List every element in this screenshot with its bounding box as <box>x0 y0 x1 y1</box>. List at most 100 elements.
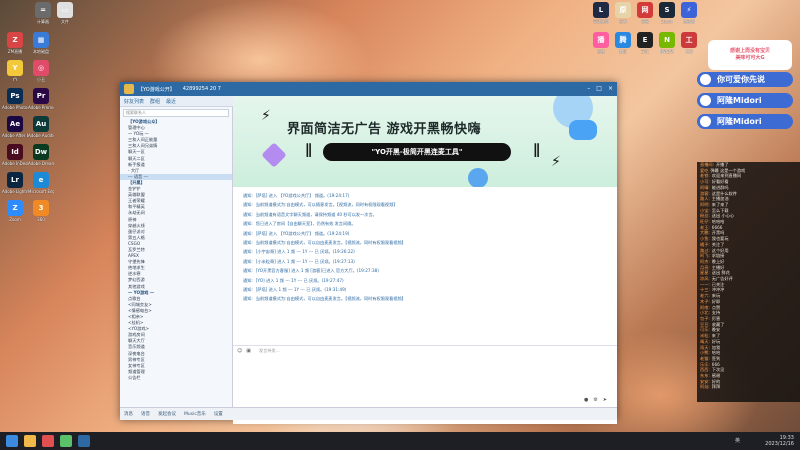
social-label: 阿隆Midori <box>717 96 762 105</box>
footer-settings-button[interactable]: 设置 <box>214 411 223 417</box>
message-row: 通知: 当前频道模式为:自由模式，可以随意发言。【视频流，同时有权限观看视频】 <box>243 202 398 208</box>
footer-voice-button[interactable]: 语音 <box>141 411 150 417</box>
danmaku-user: 老王: <box>700 224 710 230</box>
danmaku-text: 主播加油 <box>711 196 729 202</box>
tab-groups[interactable]: 群组 <box>150 98 160 105</box>
message-text: [小米粒哥] 进入 1 频 --- 1Y --- 已 厌烦。(19:27:13) <box>255 258 355 264</box>
message-text: 当前频道模式为:自由模式，可以随意发言。【视频流，同时有权限观看视频】 <box>255 202 398 208</box>
message-sender: 通知: <box>243 202 253 208</box>
app-taskbar-icon[interactable] <box>60 435 72 447</box>
emoji-icon[interactable]: ☺ <box>237 348 242 354</box>
app-icon: ⚡ <box>681 2 697 18</box>
message-text: [小宇宙哥] 进入 1 频 --- 1Y --- 已 厌烦。(19:26:22) <box>255 249 355 255</box>
social-label: 你可爱你先说 <box>717 75 765 84</box>
desktop-icon[interactable]: ▦ 本地磁盘 <box>28 32 54 54</box>
desktop-icon[interactable]: LrAdobe Lightroom <box>2 172 28 194</box>
desktop-icon[interactable]: PsAdobe Photoshop <box>2 88 28 110</box>
gamepad-icon <box>569 120 597 140</box>
danmaku-text: 开黑吗 <box>711 230 725 236</box>
taskbar: 英 19:33 2023/12/16 <box>0 432 800 450</box>
app-icon: e <box>33 172 49 188</box>
send-icon[interactable]: ➤ <box>603 397 607 403</box>
app-taskbar-icon[interactable] <box>42 435 54 447</box>
sidebar-search-input[interactable]: 搜索联系人 <box>123 109 229 117</box>
app-icon: ▦ <box>33 32 49 48</box>
footer-music-button[interactable]: Music音乐 <box>184 411 206 417</box>
desktop-icon[interactable]: ⚡ 加速器 <box>676 2 702 24</box>
danmaku-text: 来玩 <box>711 293 721 299</box>
footer-messages-button[interactable]: 消息 <box>124 411 133 417</box>
footer-meeting-button[interactable]: 发起会议 <box>158 411 176 417</box>
danmaku-text: 好的 <box>711 378 721 384</box>
desktop-icon[interactable]: Y YY <box>2 60 28 82</box>
desktop-icon[interactable]: IdAdobe InDesign <box>2 144 28 166</box>
desktop-icon[interactable]: DwAdobe Dreamweaver <box>28 144 54 166</box>
desktop-icon[interactable]: eMicrosoft Edge <box>28 172 54 194</box>
settings-icon[interactable]: ⚙ <box>593 397 597 403</box>
sidebar-channel-item[interactable]: 公告栏 <box>120 375 232 381</box>
clock[interactable]: 19:33 2023/12/16 <box>765 435 794 447</box>
sidebar-toolbar: 好友列表 群组 最近 <box>120 96 233 107</box>
danmaku-user: 阿灿: <box>700 384 710 390</box>
app-icon: Y <box>7 60 23 76</box>
danmaku-text: 感谢 <box>711 373 721 379</box>
app-icon: S <box>659 2 675 18</box>
input-lang[interactable]: 英 <box>735 437 740 444</box>
danmaku-text: 6666 <box>711 224 723 230</box>
desktop-icon[interactable]: PrAdobe Premiere <box>28 88 54 110</box>
app-icon: 3 <box>33 200 49 216</box>
desktop-icon[interactable]: Z Zoom <box>2 200 28 222</box>
danmaku-text: 这是什么软件 <box>711 190 737 196</box>
record-icon[interactable]: ● <box>584 397 588 403</box>
desktop-icon[interactable]: AuAdobe Audition <box>28 116 54 138</box>
yo-app-taskbar-icon[interactable] <box>78 435 90 447</box>
danmaku-text: 这个好用 <box>711 247 729 253</box>
danmaku-user: 可乐: <box>700 327 710 333</box>
danmaku-user: 包子: <box>700 315 710 321</box>
desktop-icon-label: Adobe Photoshop <box>2 105 28 110</box>
start-icon[interactable] <box>6 435 18 447</box>
desktop-icon[interactable]: ◎ 小丑 <box>28 60 54 82</box>
desktop-icon[interactable]: ▭ 文件 <box>52 2 78 24</box>
message-row: 通知: 当前频道模式为:自由模式，可以自由麦麦发言。【视频流，同时有权限观看视频】 <box>243 240 406 246</box>
maximize-icon[interactable]: □ <box>596 85 602 92</box>
message-row: 通知: 当前频道有语音文字聊天频道，请保持频道 40 秒可以发一次言。 <box>243 212 377 218</box>
desktop-icon[interactable]: Z ZM直播 <box>2 32 28 54</box>
danmaku-user: 阿杰: <box>700 258 710 264</box>
minimize-icon[interactable]: – <box>587 85 590 92</box>
danmaku-text: 支持 <box>711 310 721 316</box>
app-icon: Z <box>7 200 23 216</box>
message-row: 通知: [萨塔] 进入 【YO游戏公共厅】 频道。(19:24:17) <box>243 193 349 199</box>
desktop-icon[interactable]: AeAdobe After Effects <box>2 116 28 138</box>
desktop-icon-label: ZM直播 <box>7 49 23 54</box>
message-text: 当前频道有语音文字聊天频道，请保持频道 40 秒可以发一次言。 <box>255 211 377 217</box>
lightning-icon: ∥ <box>533 142 540 158</box>
close-icon[interactable]: × <box>608 85 613 92</box>
desktop-icon-label: Steam <box>660 19 674 24</box>
message-input[interactable]: 发言待发... <box>259 348 280 354</box>
danmaku-user: 老六: <box>700 293 710 299</box>
danmaku-user: 月亮: <box>700 264 710 270</box>
image-icon[interactable]: ▣ <box>246 348 251 354</box>
danmaku-text: 晚上好 <box>711 258 725 264</box>
banner-slogan: "YO开黑-极简开黑连麦工具" <box>323 143 511 161</box>
message-sender: 通知: <box>243 211 253 217</box>
desktop-icon[interactable]: 3 360 <box>28 200 54 222</box>
tab-recent[interactable]: 最近 <box>166 98 176 105</box>
danmaku-user: 晴天: <box>700 338 710 344</box>
file-explorer-icon[interactable] <box>24 435 36 447</box>
message-sender: 通知: <box>243 258 253 264</box>
desktop-icon-label: 直播 <box>597 49 605 54</box>
banner-bubble-icon <box>468 168 488 187</box>
desktop-icon-label: Adobe Dreamweaver <box>28 161 54 166</box>
message-sender: 通知: <box>243 230 253 236</box>
tab-friends[interactable]: 好友列表 <box>124 98 144 105</box>
window-titlebar[interactable]: 【YO游戏公开】 42899254 20 7 – □ × <box>120 82 617 96</box>
desktop-icon-label: Microsoft Edge <box>28 189 54 194</box>
desktop-icon-label: 网易 <box>641 19 649 24</box>
lightning-icon: ⚡ <box>261 108 271 124</box>
promo-banner[interactable]: ⚡ ∥ ∥ ⚡ 界面简洁无广告 游戏开黑畅快嗨 "YO开黑-极简开黑连麦工具" <box>233 96 617 187</box>
danmaku-user: 路过: <box>700 247 710 253</box>
danmaku-user: 爱吃 <box>700 167 709 173</box>
message-sender: 通知: <box>243 277 253 283</box>
